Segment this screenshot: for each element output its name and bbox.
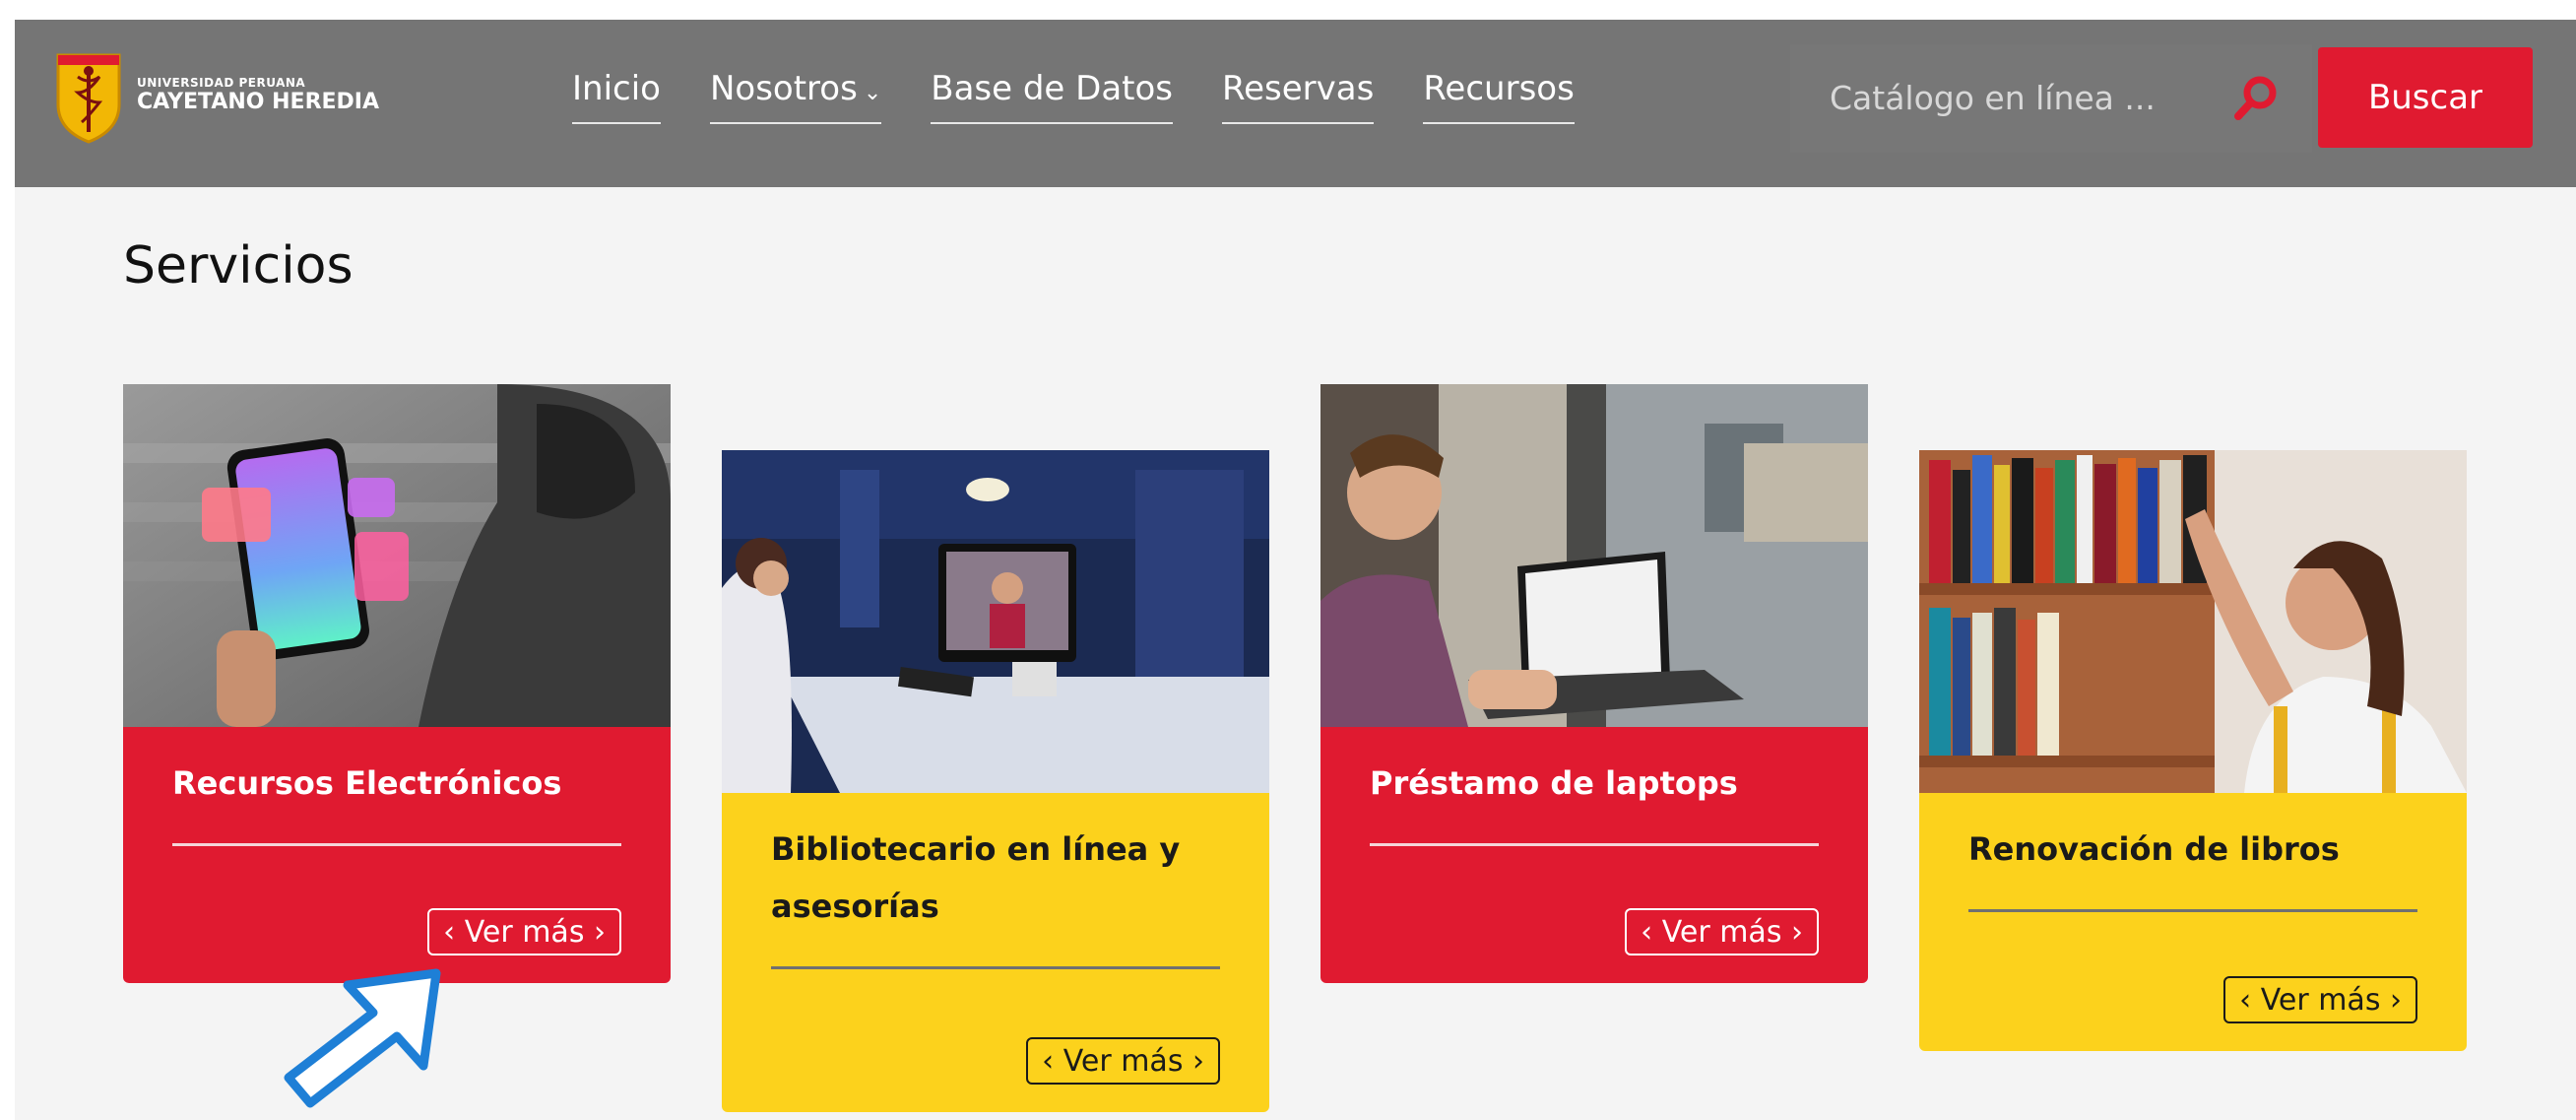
laptop-photo-image [1320, 384, 1868, 727]
chevron-right-icon: › [2390, 982, 2402, 1018]
chevron-down-icon: ⌄ [863, 81, 882, 105]
nav-label: Base de Datos [931, 69, 1174, 108]
button-label: Ver más [464, 914, 585, 950]
nav-label: Inicio [572, 69, 661, 108]
chevron-left-icon: ‹ [1042, 1043, 1055, 1079]
university-logo[interactable]: UNIVERSIDAD PERUANA CAYETANO HEREDIA [54, 47, 379, 144]
nav-item-nosotros[interactable]: Nosotros ⌄ [709, 69, 882, 124]
search-box [1790, 44, 2312, 153]
button-label: Ver más [2260, 982, 2381, 1018]
nav-item-base-de-datos[interactable]: Base de Datos [931, 69, 1174, 124]
nav-label: Nosotros [709, 69, 858, 108]
card-image-laptop [1320, 384, 1868, 727]
chevron-left-icon: ‹ [2239, 982, 2252, 1018]
card-image-smartphone [123, 384, 671, 727]
nav-item-inicio[interactable]: Inicio [572, 69, 661, 124]
pointer-arrow-icon [284, 968, 441, 1108]
card-divider [172, 843, 621, 846]
video-call-photo-image [722, 450, 1269, 793]
nav-label: Reservas [1222, 69, 1375, 108]
catalog-search-input[interactable] [1790, 59, 2204, 136]
card-divider [1968, 909, 2417, 912]
card-title: Bibliotecario en línea y asesorías [771, 830, 1181, 925]
bookshelf-photo-image [1919, 450, 2467, 793]
service-card-recursos-electronicos[interactable]: Recursos Electrónicos ‹ Ver más › [123, 384, 671, 983]
search-icon[interactable] [2231, 74, 2281, 123]
card-image-bookshelf [1919, 450, 2467, 793]
nav-label: Recursos [1423, 69, 1575, 108]
phone-photo-image [123, 384, 671, 727]
card-divider [1370, 843, 1819, 846]
nav-item-recursos[interactable]: Recursos [1423, 69, 1575, 124]
logo-line-2: CAYETANO HEREDIA [137, 90, 380, 114]
service-card-bibliotecario[interactable]: Bibliotecario en línea y asesorías ‹ Ver… [722, 450, 1269, 1112]
service-card-renovacion-libros[interactable]: Renovación de libros ‹ Ver más › [1919, 450, 2467, 1051]
ver-mas-button[interactable]: ‹ Ver más › [1026, 1037, 1220, 1085]
site-header: UNIVERSIDAD PERUANA CAYETANO HEREDIA Ini… [15, 20, 2576, 187]
chevron-left-icon: ‹ [443, 914, 456, 950]
section-title: Servicios [123, 236, 354, 296]
chevron-right-icon: › [594, 914, 606, 950]
ver-mas-button[interactable]: ‹ Ver más › [2223, 976, 2417, 1023]
button-label: Ver más [1063, 1043, 1184, 1079]
logo-line-1: UNIVERSIDAD PERUANA [137, 76, 306, 90]
chevron-right-icon: › [1192, 1043, 1204, 1079]
service-card-prestamo-laptops[interactable]: Préstamo de laptops ‹ Ver más › [1320, 384, 1868, 983]
card-title: Recursos Electrónicos [172, 764, 562, 802]
chevron-left-icon: ‹ [1641, 914, 1653, 950]
card-divider [771, 966, 1220, 969]
card-image-videocall [722, 450, 1269, 793]
ver-mas-button[interactable]: ‹ Ver más › [1625, 908, 1819, 955]
card-title: Renovación de libros [1968, 830, 2340, 868]
chevron-right-icon: › [1791, 914, 1803, 950]
ver-mas-button[interactable]: ‹ Ver más › [427, 908, 621, 955]
main-nav: Inicio Nosotros ⌄ Base de Datos Reservas … [572, 69, 1624, 124]
button-label: Ver más [1661, 914, 1782, 950]
search-button[interactable]: Buscar [2318, 47, 2533, 148]
nav-item-reservas[interactable]: Reservas [1222, 69, 1375, 124]
university-shield-icon [56, 53, 121, 144]
card-title: Préstamo de laptops [1370, 764, 1738, 802]
